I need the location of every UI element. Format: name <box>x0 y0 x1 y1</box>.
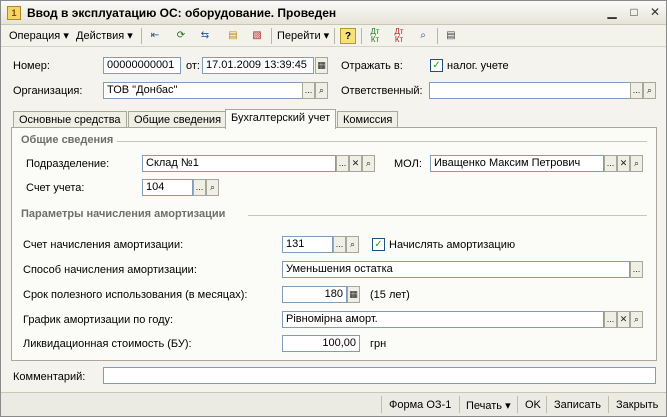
ok-button[interactable]: OK <box>525 399 541 411</box>
currency-label: грн <box>370 338 387 350</box>
division-select-button[interactable]: ... <box>336 155 349 172</box>
save-button[interactable]: Записать <box>554 399 601 411</box>
organization-label: Организация: <box>13 85 83 97</box>
operation-menu[interactable]: Операция ▾ <box>9 29 69 42</box>
back-arrow-icon[interactable]: ⇤ <box>147 28 163 44</box>
general-section-title: Общие сведения <box>21 134 114 146</box>
division-search-icon[interactable]: ⌕ <box>362 155 375 172</box>
mol-search-icon[interactable]: ⌕ <box>630 155 643 172</box>
charge-amortization-label: Начислять амортизацию <box>389 239 516 251</box>
account-search-icon[interactable]: ⌕ <box>206 179 219 196</box>
liquidation-value-label: Ликвидационная стоимость (БУ): <box>23 338 192 350</box>
mol-label: МОЛ: <box>394 158 422 170</box>
method-label: Способ начисления амортизации: <box>23 264 197 276</box>
account-label: Счет учета: <box>26 182 85 194</box>
dt-kt-tax-icon[interactable]: Дт Кт <box>391 28 407 44</box>
organization-select-button[interactable]: ... <box>302 82 315 99</box>
division-field[interactable]: Склад №1 <box>142 155 336 172</box>
title-bar: 1 Ввод в эксплуатацию ОС: оборудование. … <box>1 1 666 25</box>
schedule-select-button[interactable]: ... <box>604 311 617 328</box>
amort-account-field[interactable]: 131 <box>282 236 333 253</box>
print-button[interactable]: Печать ▾ <box>466 399 511 412</box>
mol-clear-icon[interactable]: ✕ <box>617 155 630 172</box>
goto-menu[interactable]: Перейти ▾ <box>277 29 329 42</box>
division-label: Подразделение: <box>26 158 110 170</box>
amort-account-label: Счет начисления амортизации: <box>23 239 184 251</box>
form-oz1-button[interactable]: Форма ОЗ-1 <box>389 399 451 411</box>
useful-life-field[interactable]: 180 <box>282 286 347 303</box>
tax-accounting-checkbox[interactable]: ✓ <box>430 59 443 72</box>
help-icon[interactable]: ? <box>340 28 356 44</box>
amortization-section-title: Параметры начисления амортизации <box>21 208 226 220</box>
maximize-button[interactable]: □ <box>625 5 643 21</box>
document-icon: 1 <box>7 6 21 20</box>
number-label: Номер: <box>13 60 50 72</box>
useful-life-label: Срок полезного использования (в месяцах)… <box>23 289 248 301</box>
tab-fixed-assets[interactable]: Основные средства <box>13 111 127 128</box>
amort-account-search-icon[interactable]: ⌕ <box>346 236 359 253</box>
tax-accounting-label: налог. учете <box>447 60 509 72</box>
status-bar: Форма ОЗ-1 Печать ▾ OK Записать Закрыть <box>1 392 666 416</box>
charge-amortization-checkbox[interactable]: ✓ <box>372 238 385 251</box>
list-icon[interactable]: ▤ <box>443 28 459 44</box>
post-document-icon[interactable]: ▤ <box>225 28 241 44</box>
number-field[interactable]: 00000000001 <box>103 57 181 74</box>
useful-life-years: (15 лет) <box>370 289 410 301</box>
close-window-button[interactable]: ✕ <box>646 5 664 21</box>
liquidation-value-field[interactable]: 100,00 <box>282 335 360 352</box>
mol-select-button[interactable]: ... <box>604 155 617 172</box>
schedule-clear-icon[interactable]: ✕ <box>617 311 630 328</box>
schedule-label: График амортизации по году: <box>23 314 174 326</box>
date-field[interactable]: 17.01.2009 13:39:45 <box>202 57 314 74</box>
mol-field[interactable]: Иващенко Максим Петрович <box>430 155 604 172</box>
minimize-button[interactable]: ▁ <box>603 5 621 21</box>
method-select-button[interactable]: ... <box>630 261 643 278</box>
amort-account-select-button[interactable]: ... <box>333 236 346 253</box>
schedule-search-icon[interactable]: ⌕ <box>630 311 643 328</box>
close-button[interactable]: Закрыть <box>616 399 658 411</box>
organization-field[interactable]: ТОВ "Донбас" <box>103 82 314 99</box>
calculator-icon[interactable]: ▦ <box>347 286 360 303</box>
responsible-field[interactable] <box>429 82 643 99</box>
responsible-search-icon[interactable]: ⌕ <box>643 82 656 99</box>
tab-accounting[interactable]: Бухгалтерский учет <box>225 109 337 129</box>
toolbar: Операция ▾ Действия ▾ ⇤ ⟳ ⇆ ▤ ▧ Перейти … <box>1 25 666 47</box>
document-window: 1 Ввод в эксплуатацию ОС: оборудование. … <box>0 0 667 417</box>
responsible-label: Ответственный: <box>341 85 423 97</box>
accounting-panel: Общие сведения Подразделение: Склад №1 .… <box>11 127 657 361</box>
schedule-field[interactable]: Рівномірна аморт. <box>282 311 604 328</box>
unpost-document-icon[interactable]: ▧ <box>249 28 265 44</box>
tab-general-info[interactable]: Общие сведения <box>128 111 228 128</box>
tab-commission[interactable]: Комиссия <box>337 111 399 128</box>
method-field[interactable]: Уменьшения остатка <box>282 261 630 278</box>
calendar-icon[interactable]: ▦ <box>315 57 328 74</box>
window-title: Ввод в эксплуатацию ОС: оборудование. Пр… <box>27 6 337 20</box>
transfer-icon[interactable]: ⇆ <box>197 28 213 44</box>
reflect-label: Отражать в: <box>341 60 403 72</box>
division-clear-icon[interactable]: ✕ <box>349 155 362 172</box>
organization-search-icon[interactable]: ⌕ <box>315 82 328 99</box>
responsible-select-button[interactable]: ... <box>630 82 643 99</box>
account-select-button[interactable]: ... <box>193 179 206 196</box>
comment-label: Комментарий: <box>13 371 86 383</box>
refresh-icon[interactable]: ⟳ <box>173 28 189 44</box>
comment-field[interactable] <box>103 367 656 384</box>
structure-icon[interactable]: ⌕ <box>415 28 431 44</box>
account-field[interactable]: 104 <box>142 179 193 196</box>
actions-menu[interactable]: Действия ▾ <box>76 29 133 42</box>
date-label: от: <box>186 60 200 72</box>
dt-kt-icon[interactable]: Дт Кт <box>367 28 383 44</box>
